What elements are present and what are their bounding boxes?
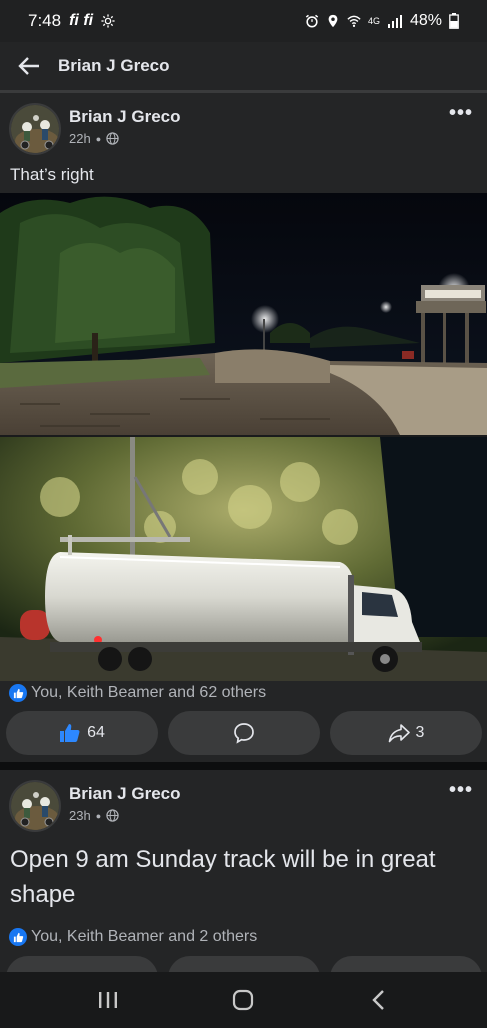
post-time: 23h: [69, 808, 91, 823]
carrier-icons: fi fi: [69, 12, 94, 29]
post-photo-track[interactable]: [0, 193, 487, 435]
reactions-text: You, Keith Beamer and 2 others: [31, 928, 258, 945]
status-bar: 7:48 fi fi 4G 48%: [0, 0, 487, 42]
home-icon: [233, 989, 254, 1011]
globe-icon: [106, 132, 119, 145]
post-meta: 22h ●: [69, 131, 119, 146]
home-button[interactable]: [213, 980, 273, 1020]
share-button[interactable]: [330, 956, 482, 972]
post-text: That’s right: [10, 165, 94, 184]
post-photo-water-truck[interactable]: [0, 437, 487, 681]
post-author[interactable]: Brian J Greco: [69, 107, 181, 127]
post-meta: 23h ●: [69, 808, 119, 823]
reactions-text: You, Keith Beamer and 62 others: [31, 684, 267, 701]
alarm-icon: [305, 14, 319, 28]
author-avatar[interactable]: [9, 780, 61, 832]
status-time: 7:48: [28, 11, 62, 30]
battery-level: 48%: [409, 12, 442, 29]
post-header: Brian J Greco 22h ● •••: [0, 93, 487, 155]
comment-button[interactable]: [168, 711, 320, 755]
reactions-summary[interactable]: You, Keith Beamer and 62 others: [9, 684, 266, 702]
location-icon: [328, 14, 338, 28]
post-text: Open 9 am Sunday track will be in great …: [10, 846, 436, 908]
comment-icon: [234, 723, 254, 744]
meta-separator-dot: ●: [95, 810, 102, 821]
recent-apps-button[interactable]: [78, 980, 138, 1020]
network-type: 4G: [367, 16, 380, 26]
globe-icon: [106, 809, 119, 822]
signal-icon: [387, 15, 402, 28]
like-icon: [9, 684, 27, 702]
post-card: Brian J Greco 23h ● ••• Open 9 am Sunday…: [0, 770, 487, 972]
post-header: Brian J Greco 23h ● •••: [0, 770, 487, 832]
share-count: 3: [415, 724, 425, 741]
meta-separator-dot: ●: [95, 133, 102, 144]
post-actions: 64 3: [0, 711, 487, 757]
settings-gear-icon: [101, 14, 115, 28]
like-button[interactable]: [6, 956, 158, 972]
back-button[interactable]: [16, 53, 42, 79]
post-actions: [0, 956, 487, 972]
share-icon: [388, 724, 410, 743]
page-title: Brian J Greco: [58, 56, 170, 75]
more-options-button[interactable]: •••: [449, 780, 473, 800]
app-header: Brian J Greco: [0, 42, 487, 90]
share-button[interactable]: 3: [330, 711, 482, 755]
thumbs-up-icon: [60, 724, 80, 742]
post-divider: [0, 762, 487, 770]
author-avatar[interactable]: [9, 103, 61, 155]
battery-icon: [449, 13, 459, 29]
like-button[interactable]: 64: [6, 711, 158, 755]
more-options-button[interactable]: •••: [449, 103, 473, 123]
comment-button[interactable]: [168, 956, 320, 972]
post-time: 22h: [69, 131, 91, 146]
recent-apps-icon: [98, 992, 117, 1008]
post-author[interactable]: Brian J Greco: [69, 784, 181, 804]
wifi-icon: [347, 15, 361, 27]
chevron-left-icon: [372, 990, 384, 1010]
back-nav-button[interactable]: [349, 980, 409, 1020]
like-icon: [9, 928, 27, 946]
reactions-summary[interactable]: You, Keith Beamer and 2 others: [9, 928, 257, 946]
system-nav-bar: [0, 972, 487, 1028]
like-count: 64: [87, 724, 105, 741]
arrow-left-icon: [18, 57, 39, 75]
